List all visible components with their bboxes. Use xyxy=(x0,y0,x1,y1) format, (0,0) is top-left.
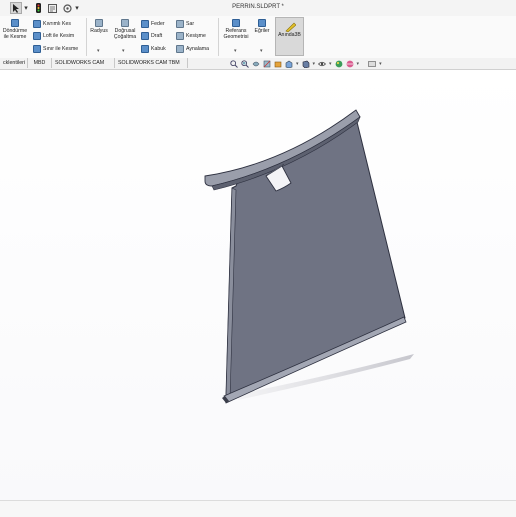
section-view-icon[interactable] xyxy=(263,60,271,68)
status-bar xyxy=(0,500,516,517)
curves-label: Eğriler xyxy=(254,28,270,34)
view-orientation-icon[interactable] xyxy=(285,60,293,68)
wrap-button[interactable]: Sar xyxy=(176,20,194,28)
mirror-label: Aynalama xyxy=(186,46,209,52)
draft-label: Draft xyxy=(151,33,163,39)
graphics-area[interactable] xyxy=(0,70,516,500)
linear-pattern-label-2: Çoğaltma xyxy=(113,34,137,40)
pattern-dropdown-icon[interactable]: ▾ xyxy=(122,48,125,54)
reference-geometry-label-2: Geometrisi xyxy=(223,34,249,40)
fillet-label: Radyus xyxy=(90,28,108,34)
dynamic-annotation-icon[interactable] xyxy=(274,60,282,68)
loft-cut-icon xyxy=(33,32,41,40)
heads-up-view-toolbar: ▾ ▾ ▾ ▾ ▾ xyxy=(230,59,382,69)
part-model[interactable] xyxy=(0,70,516,500)
instant3d-label: Anında3B xyxy=(278,32,301,38)
display-style-icon[interactable] xyxy=(302,60,310,68)
shell-label: Kabuk xyxy=(151,46,166,52)
swept-cut-label: Kıvrımlı Kes xyxy=(43,21,71,27)
hide-show-items-icon[interactable] xyxy=(318,60,327,68)
revolve-cut-icon xyxy=(11,19,19,27)
panel-face xyxy=(225,117,406,398)
ribbon-separator xyxy=(86,18,87,56)
fillet-icon xyxy=(95,19,103,27)
tab-solidworks-cam[interactable]: SOLIDWORKS CAM xyxy=(52,58,115,68)
rib-label: Feder xyxy=(151,21,165,27)
curves-dropdown-icon[interactable]: ▾ xyxy=(260,48,263,54)
loft-cut-button[interactable]: Loft ile Kesim xyxy=(33,32,74,40)
draft-icon xyxy=(141,32,149,40)
previous-view-icon[interactable] xyxy=(252,60,260,68)
apply-scene-dropdown-icon[interactable]: ▾ xyxy=(357,61,360,67)
tab-solidworks-cam-tbm[interactable]: SOLIDWORKS CAM TBM xyxy=(115,58,188,68)
apply-scene-icon[interactable] xyxy=(346,60,354,68)
wrap-icon xyxy=(176,20,184,28)
features-ribbon: Döndürme ile Kesme Kıvrımlı Kes Loft ile… xyxy=(0,16,516,59)
curves-icon xyxy=(258,19,266,27)
mirror-icon xyxy=(176,45,184,53)
zoom-to-fit-icon[interactable] xyxy=(230,60,238,68)
swept-cut-button[interactable]: Kıvrımlı Kes xyxy=(33,20,71,28)
boundary-cut-button[interactable]: Sınır ile Kesme xyxy=(33,45,78,53)
shell-button[interactable]: Kabuk xyxy=(141,45,166,53)
reference-geometry-button[interactable]: Referans Geometrisi xyxy=(220,19,252,40)
view-orientation-dropdown-icon[interactable]: ▾ xyxy=(296,61,299,67)
edit-appearance-icon[interactable] xyxy=(335,60,343,68)
draft-button[interactable]: Draft xyxy=(141,32,162,40)
loft-cut-label: Loft ile Kesim xyxy=(43,33,75,39)
zoom-to-area-icon[interactable] xyxy=(241,60,249,68)
fillet-button[interactable]: Radyus xyxy=(88,19,110,34)
boundary-cut-icon xyxy=(33,45,41,53)
mirror-button[interactable]: Aynalama xyxy=(176,45,209,53)
revolve-cut-button[interactable]: Döndürme ile Kesme xyxy=(0,19,30,40)
shell-icon xyxy=(141,45,149,53)
reference-geometry-dropdown-icon[interactable]: ▾ xyxy=(234,48,237,54)
tab-mbd[interactable]: MBD xyxy=(28,58,52,68)
title-bar: ▾ ▾ PERRIN.SLDPRT * xyxy=(0,0,516,17)
swept-cut-icon xyxy=(33,20,41,28)
rib-button[interactable]: Feder xyxy=(141,20,165,28)
intersect-label: Kesişme xyxy=(186,33,206,39)
window-title: PERRIN.SLDPRT * xyxy=(232,4,284,10)
rib-icon xyxy=(141,20,149,28)
display-style-dropdown-icon[interactable]: ▾ xyxy=(313,61,316,67)
fillet-dropdown-icon[interactable]: ▾ xyxy=(97,48,100,54)
view-settings-dropdown-icon[interactable]: ▾ xyxy=(379,61,382,67)
intersect-icon xyxy=(176,32,184,40)
revolve-cut-label-2: ile Kesme xyxy=(3,34,27,40)
linear-pattern-icon xyxy=(121,19,129,27)
wrap-label: Sar xyxy=(186,21,195,27)
instant3d-button[interactable]: Anında3B xyxy=(275,17,304,56)
ribbon-separator xyxy=(218,18,219,56)
intersect-button[interactable]: Kesişme xyxy=(176,32,206,40)
curves-button[interactable]: Eğriler xyxy=(252,19,272,34)
boundary-cut-label: Sınır ile Kesme xyxy=(43,46,79,52)
view-settings-icon[interactable] xyxy=(368,60,376,68)
reference-geometry-icon xyxy=(232,19,240,27)
linear-pattern-button[interactable]: Doğrusal Çoğaltma xyxy=(111,19,139,40)
tab-addins[interactable]: cklentileri xyxy=(0,58,28,68)
hide-show-dropdown-icon[interactable]: ▾ xyxy=(329,61,332,67)
